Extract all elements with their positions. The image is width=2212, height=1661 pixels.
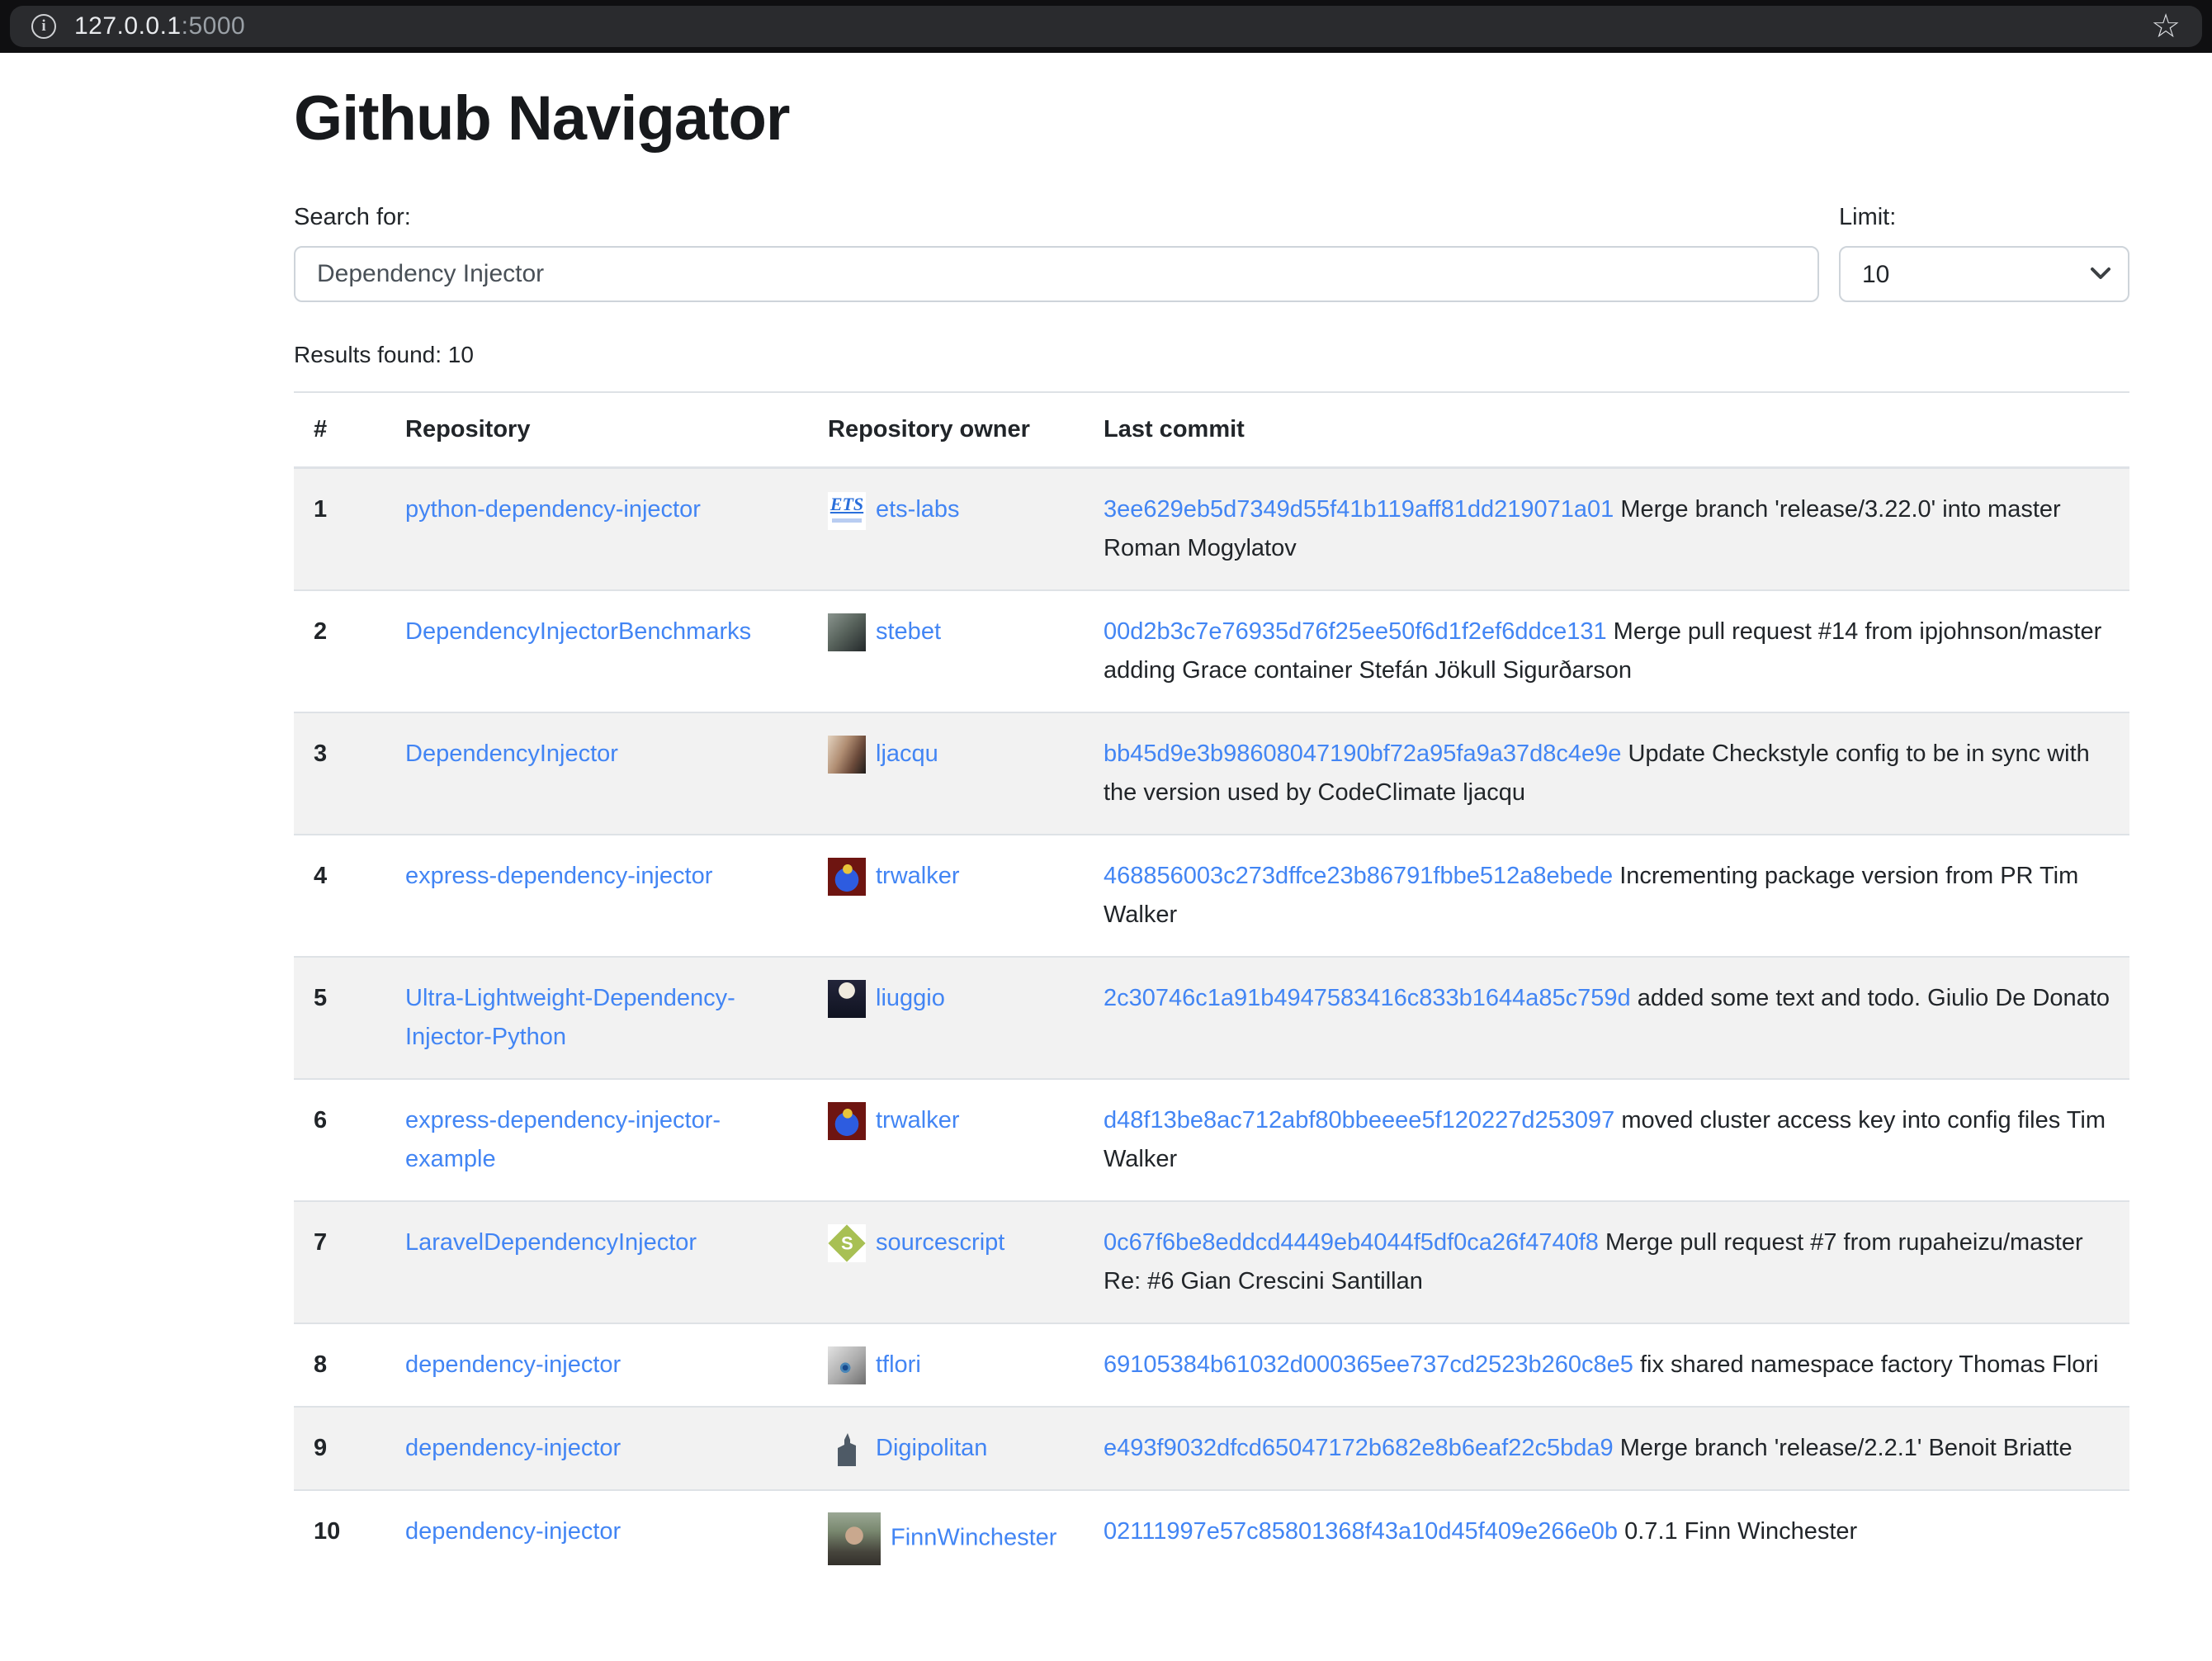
table-row: 5 Ultra-Lightweight-Dependency-Injector-… <box>294 957 2129 1079</box>
table-row: 1 python-dependency-injector ETS ets-labs… <box>294 468 2129 590</box>
repo-link[interactable]: LaravelDependencyInjector <box>405 1229 697 1256</box>
owner-avatar-liuggio-photo <box>828 980 866 1018</box>
page-container: Github Navigator Search for: Limit: 10 R… <box>294 81 2129 1587</box>
address-bar[interactable]: i 127.0.0.1:5000 ☆ <box>10 6 2202 47</box>
commit-hash-link[interactable]: 2c30746c1a91b4947583416c833b1644a85c759d <box>1104 985 1631 1011</box>
repo-link[interactable]: DependencyInjector <box>405 741 618 767</box>
owner-link[interactable]: ljacqu <box>876 741 938 767</box>
repo-link[interactable]: express-dependency-injector <box>405 863 712 889</box>
table-row: 3 DependencyInjector ljacqu bb45d9e3b986… <box>294 712 2129 835</box>
repo-link[interactable]: dependency-injector <box>405 1518 621 1545</box>
owner-link[interactable]: stebet <box>876 618 941 645</box>
commit-hash-link[interactable]: 69105384b61032d000365ee737cd2523b260c8e5 <box>1104 1351 1633 1378</box>
row-number: 8 <box>294 1323 385 1407</box>
commit-hash-link[interactable]: 00d2b3c7e76935d76f25ee50f6d1f2ef6ddce131 <box>1104 618 1607 645</box>
header-num: # <box>294 392 385 468</box>
sourcescript-logo-letter: S <box>841 1228 853 1258</box>
commit-message: added some text and todo. Giulio De Dona… <box>1638 985 2110 1011</box>
search-input[interactable] <box>294 246 1819 302</box>
row-number: 4 <box>294 835 385 957</box>
table-row: 8 dependency-injector tflori 69105384b61… <box>294 1323 2129 1407</box>
row-number: 10 <box>294 1490 385 1587</box>
commit-message: fix shared namespace factory Thomas Flor… <box>1640 1351 2099 1378</box>
row-number: 7 <box>294 1201 385 1323</box>
repo-link[interactable]: express-dependency-injector-example <box>405 1107 721 1172</box>
repo-link[interactable]: Ultra-Lightweight-Dependency-Injector-Py… <box>405 985 735 1050</box>
table-row: 6 express-dependency-injector-example tr… <box>294 1079 2129 1201</box>
owner-link[interactable]: trwalker <box>876 1107 960 1133</box>
page-title: Github Navigator <box>294 81 2129 156</box>
commit-hash-link[interactable]: 02111997e57c85801368f43a10d45f409e266e0b <box>1104 1518 1618 1545</box>
owner-link[interactable]: tflori <box>876 1351 921 1378</box>
repo-link[interactable]: DependencyInjectorBenchmarks <box>405 618 751 645</box>
commit-hash-link[interactable]: e493f9032dfcd65047172b682e8b6eaf22c5bda9 <box>1104 1435 1614 1461</box>
row-number: 5 <box>294 957 385 1079</box>
owner-avatar-eye-photo <box>828 1346 866 1384</box>
row-number: 2 <box>294 590 385 712</box>
table-row: 9 dependency-injector Digipolitan e493f9… <box>294 1407 2129 1490</box>
site-info-icon[interactable]: i <box>31 14 56 39</box>
commit-hash-link[interactable]: d48f13be8ac712abf80bbeeee5f120227d253097 <box>1104 1107 1614 1133</box>
url-port: :5000 <box>182 12 246 40</box>
search-form: Search for: Limit: 10 <box>294 204 2129 302</box>
row-number: 6 <box>294 1079 385 1201</box>
owner-avatar-finnwinchester-photo <box>828 1512 881 1565</box>
row-number: 1 <box>294 468 385 590</box>
header-owner: Repository owner <box>808 392 1084 468</box>
results-count: Results found: 10 <box>294 342 2129 368</box>
table-row: 7 LaravelDependencyInjector Ssourcescrip… <box>294 1201 2129 1323</box>
commit-hash-link[interactable]: 468856003c273dffce23b86791fbbe512a8ebede <box>1104 863 1613 889</box>
table-row: 2 DependencyInjectorBenchmarks stebet 00… <box>294 590 2129 712</box>
repo-link[interactable]: python-dependency-injector <box>405 496 701 523</box>
url-text: 127.0.0.1:5000 <box>74 12 245 40</box>
bookmark-star-icon[interactable]: ☆ <box>2151 10 2181 43</box>
owner-avatar-stebet-photo <box>828 613 866 651</box>
row-number: 9 <box>294 1407 385 1490</box>
owner-link[interactable]: ets-labs <box>876 496 960 523</box>
commit-message: Merge branch 'release/2.2.1' Benoit Bria… <box>1620 1435 2073 1461</box>
owner-link[interactable]: liuggio <box>876 985 945 1011</box>
owner-link[interactable]: sourcescript <box>876 1229 1004 1256</box>
limit-select[interactable]: 10 <box>1839 246 2129 302</box>
owner-avatar-sourcescript-logo: S <box>828 1224 866 1262</box>
repo-link[interactable]: dependency-injector <box>405 1351 621 1378</box>
commit-hash-link[interactable]: bb45d9e3b98608047190bf72a95fa9a37d8c4e9e <box>1104 741 1621 767</box>
owner-link[interactable]: FinnWinchester <box>891 1525 1056 1551</box>
results-table: # Repository Repository owner Last commi… <box>294 391 2129 1587</box>
owner-avatar-lego-astronaut <box>828 858 866 896</box>
header-repo: Repository <box>385 392 808 468</box>
commit-hash-link[interactable]: 0c67f6be8eddcd4449eb4044f5df0ca26f4740f8 <box>1104 1229 1599 1256</box>
commit-message: 0.7.1 Finn Winchester <box>1624 1518 1857 1545</box>
owner-avatar-ets-labs-logo: ETS <box>828 492 866 530</box>
limit-label: Limit: <box>1839 204 2129 231</box>
table-header-row: # Repository Repository owner Last commi… <box>294 392 2129 468</box>
table-row: 4 express-dependency-injector trwalker 4… <box>294 835 2129 957</box>
browser-toolbar: i 127.0.0.1:5000 ☆ <box>0 0 2212 53</box>
owner-avatar-lego-astronaut <box>828 1102 866 1140</box>
owner-avatar-building-logo <box>828 1430 866 1468</box>
table-row: 10 dependency-injector FinnWinchester 02… <box>294 1490 2129 1587</box>
owner-link[interactable]: Digipolitan <box>876 1435 987 1461</box>
search-label: Search for: <box>294 204 1819 231</box>
url-host: 127.0.0.1 <box>74 12 182 40</box>
ets-logo-text: ETS <box>828 492 866 517</box>
owner-link[interactable]: trwalker <box>876 863 960 889</box>
row-number: 3 <box>294 712 385 835</box>
commit-hash-link[interactable]: 3ee629eb5d7349d55f41b119aff81dd219071a01 <box>1104 496 1614 523</box>
owner-avatar-ljacqu-photo <box>828 736 866 774</box>
header-commit: Last commit <box>1084 392 2129 468</box>
repo-link[interactable]: dependency-injector <box>405 1435 621 1461</box>
